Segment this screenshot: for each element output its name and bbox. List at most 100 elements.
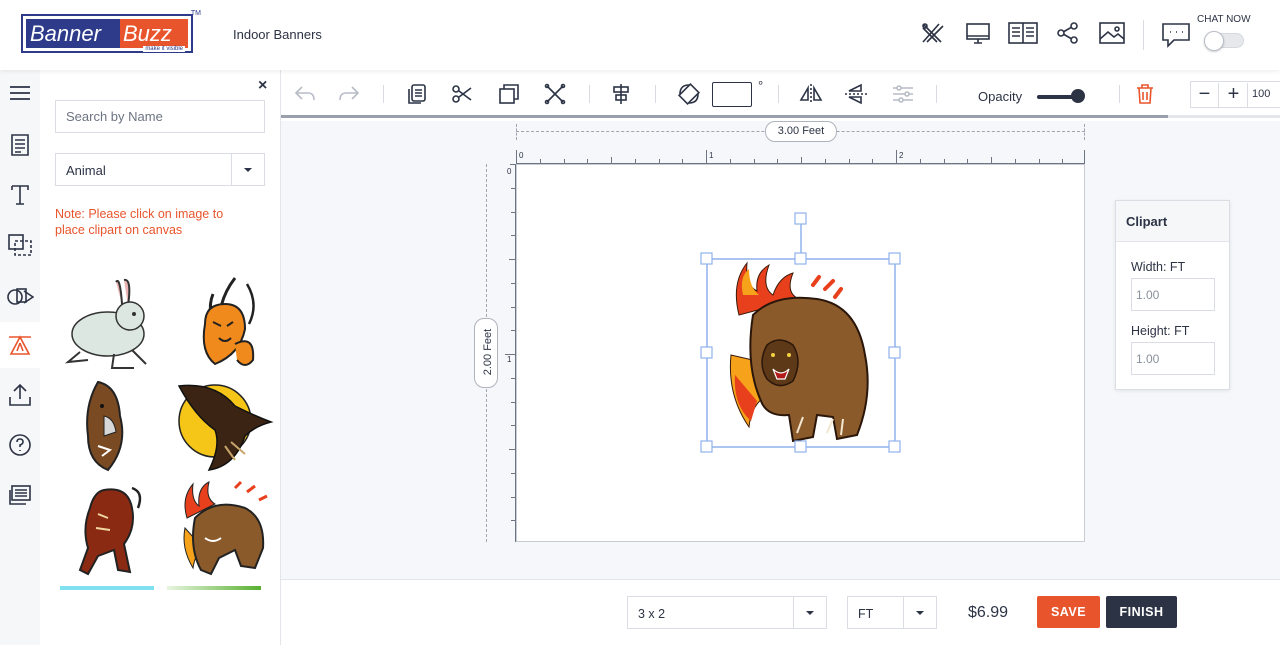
preview-monitor-icon[interactable] xyxy=(964,19,992,47)
unit-value: FT xyxy=(858,607,874,621)
price-display: $6.99 xyxy=(968,604,1009,621)
ruler-left-label-1: 1 xyxy=(507,355,512,364)
close-panel-button[interactable]: × xyxy=(258,77,267,95)
rotate-icon[interactable] xyxy=(677,82,701,106)
clipart-properties-panel: Clipart Width: FT Height: FT xyxy=(1115,200,1230,390)
toolbar-divider xyxy=(778,85,779,103)
image-gallery-icon[interactable] xyxy=(1098,19,1126,47)
trash-icon[interactable] xyxy=(1133,82,1157,106)
share-icon[interactable] xyxy=(1054,19,1082,47)
search-input[interactable] xyxy=(55,100,265,133)
rotation-angle-input[interactable] xyxy=(712,82,752,107)
edit-toolbar: ° Opacity − + 100 xyxy=(281,70,1280,118)
bannerbuzz-logo[interactable]: Banner Buzz make it visible TM xyxy=(21,10,201,53)
toolbar-divider xyxy=(655,85,656,103)
flip-horizontal-icon[interactable] xyxy=(799,82,823,106)
flip-vertical-icon[interactable] xyxy=(844,82,868,106)
logo-tagline: make it visible xyxy=(143,46,185,52)
orders-icon[interactable] xyxy=(0,472,40,518)
opacity-slider-handle[interactable] xyxy=(1071,89,1085,103)
width-dimension-tick-right xyxy=(1084,124,1085,140)
height-label: Height: FT xyxy=(1131,324,1190,338)
top-ruler: 0 1 2 xyxy=(516,150,1085,164)
cut-icon[interactable] xyxy=(450,82,474,106)
tool-rail xyxy=(0,70,40,645)
size-select[interactable]: 3 x 2 xyxy=(627,596,827,629)
resize-handle-n xyxy=(794,252,807,265)
redo-icon[interactable] xyxy=(337,82,361,106)
ruler-top-label-1: 1 xyxy=(709,151,714,160)
height-input[interactable] xyxy=(1131,342,1215,375)
toolbar-divider xyxy=(1119,85,1120,103)
shapes-icon[interactable] xyxy=(0,272,40,318)
chevron-down-icon[interactable] xyxy=(793,597,826,628)
clipart-thumb-rabbit[interactable] xyxy=(58,274,158,374)
menu-icon[interactable] xyxy=(0,70,40,116)
help-icon[interactable] xyxy=(0,422,40,468)
logo-part1: Banner xyxy=(26,19,120,48)
width-dimension-tick-left xyxy=(516,124,517,140)
zoom-in-button[interactable]: + xyxy=(1220,83,1248,107)
header-divider xyxy=(1143,20,1144,50)
clipart-thumb-bear-head[interactable] xyxy=(58,376,158,476)
design-artboard[interactable] xyxy=(516,164,1085,542)
layers-icon[interactable] xyxy=(0,222,40,268)
zoom-control: − + 100 xyxy=(1190,81,1280,108)
clipart-thumb-fire-bear[interactable] xyxy=(175,478,275,578)
duplicate-icon[interactable] xyxy=(497,82,521,106)
width-label: Width: FT xyxy=(1131,260,1186,274)
resize-handle-sw xyxy=(700,440,713,453)
upload-icon[interactable] xyxy=(0,372,40,418)
category-value: Animal xyxy=(66,163,106,178)
size-value: 3 x 2 xyxy=(638,607,666,621)
clipart-thumb-next-2[interactable] xyxy=(167,586,261,590)
bottom-bar: 3 x 2 FT $6.99 SAVE FINISH xyxy=(281,579,1280,645)
resize-handle-s xyxy=(794,440,807,453)
clipart-thumb-next-1[interactable] xyxy=(60,586,154,590)
ruler-top-label-0: 0 xyxy=(519,151,524,160)
adjust-icon[interactable] xyxy=(891,82,915,106)
zoom-out-button[interactable]: − xyxy=(1191,83,1219,107)
clipart-panel: × Animal Note: Please click on image to … xyxy=(40,70,281,645)
opacity-label: Opacity xyxy=(978,89,1023,104)
template-icon[interactable] xyxy=(0,122,40,168)
ruler-top-label-2: 2 xyxy=(899,151,904,160)
zoom-value: 100 xyxy=(1252,88,1271,100)
category-select[interactable]: Animal xyxy=(55,153,265,186)
resize-handle-w xyxy=(700,346,713,359)
height-dimension-pill: 2.00 Feet xyxy=(474,318,498,388)
clipart-note: Note: Please click on image to place cli… xyxy=(55,207,224,237)
logo-part2: Buzz xyxy=(120,19,188,48)
undo-icon[interactable] xyxy=(293,82,317,106)
copy-icon[interactable] xyxy=(405,82,429,106)
chevron-down-icon[interactable] xyxy=(231,154,264,185)
chat-icon[interactable] xyxy=(1160,20,1194,48)
chat-now-label: CHAT NOW xyxy=(1197,14,1251,25)
properties-title: Clipart xyxy=(1116,201,1229,242)
left-ruler: 0 1 xyxy=(505,164,516,542)
design-tools-icon[interactable] xyxy=(918,19,946,47)
text-icon[interactable] xyxy=(0,172,40,218)
rotate-handle xyxy=(794,212,807,225)
delete-cross-icon[interactable] xyxy=(543,82,567,106)
guide-book-icon[interactable] xyxy=(1007,19,1039,47)
align-icon[interactable] xyxy=(609,82,633,106)
toolbar-progress xyxy=(281,115,1168,118)
chat-toggle[interactable] xyxy=(1204,31,1244,51)
unit-select[interactable]: FT xyxy=(847,596,937,629)
ruler-left-label-0: 0 xyxy=(507,167,512,176)
product-title: Indoor Banners xyxy=(233,27,322,42)
toolbar-divider xyxy=(383,85,384,103)
clipart-thumb-eagle-moon[interactable] xyxy=(175,376,275,476)
clipart-thumb-tribal-tiger[interactable] xyxy=(175,274,275,374)
placed-clipart-fire-bear[interactable] xyxy=(729,261,869,443)
width-dimension-label: 3.00 Feet xyxy=(765,121,837,142)
width-input[interactable] xyxy=(1131,278,1215,311)
finish-button[interactable]: FINISH xyxy=(1106,596,1177,628)
save-button[interactable]: SAVE xyxy=(1037,596,1100,628)
chevron-down-icon[interactable] xyxy=(903,597,936,628)
clipart-thumb-lion[interactable] xyxy=(58,478,158,578)
clipart-icon[interactable] xyxy=(0,322,40,368)
resize-handle-se xyxy=(888,440,901,453)
resize-handle-ne xyxy=(888,252,901,265)
